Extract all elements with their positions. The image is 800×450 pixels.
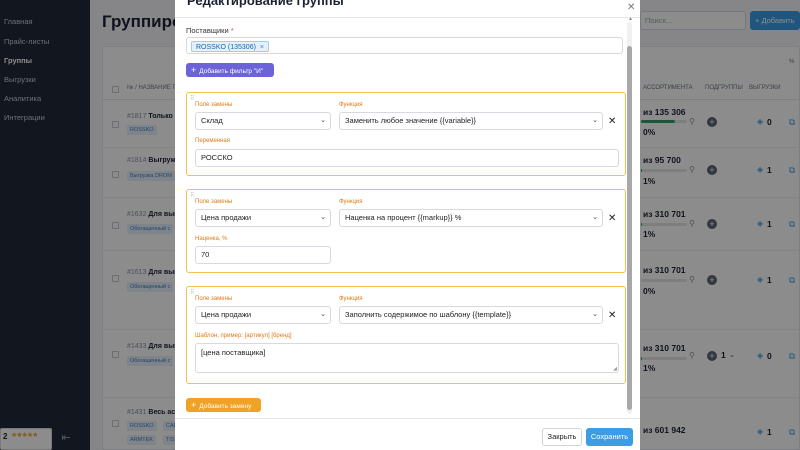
field-label: Поле замены [195,296,233,302]
param-label: Наценка, % [195,236,228,242]
supplier-chip: ROSSKO (135306) × [191,41,270,52]
param-label: Переменная [195,138,230,144]
drag-handle-icon[interactable]: ⠿ [190,192,194,199]
field-label: Поле замены [195,199,233,205]
plus-icon: + [191,65,197,75]
chevron-down-icon: ⌄ [592,117,598,124]
remove-replacement-icon[interactable]: ✕ [608,311,616,321]
chevron-down-icon: ⌄ [320,214,326,221]
chevron-down-icon: ⌄ [320,311,326,318]
chevron-down-icon: ⌄ [592,311,598,318]
close-icon[interactable]: ✕ [627,2,635,13]
param-label: Шаблон, пример: [артикул] [бренд] [195,333,292,339]
variable-input[interactable]: РОССКО [195,149,619,167]
modal-title: Редактирование группы [187,0,344,8]
function-select[interactable]: Наценка на процент {{markup}} % ⌄ [339,209,603,227]
edit-group-modal: Редактирование группы ✕ ▲ Поставщики * R… [175,0,640,450]
replacement-card: ⠿ Поле замены Функция Склад ⌄ Заменить лю… [186,92,626,176]
modal-footer-divider [175,418,640,419]
template-value: [цена поставщика] [201,348,266,357]
plus-icon: + [191,400,197,410]
field-select[interactable]: Цена продажи ⌄ [195,209,331,227]
function-select[interactable]: Заполнить содержимое по шаблону {{templa… [339,306,603,324]
field-select[interactable]: Склад ⌄ [195,112,331,130]
drag-handle-icon[interactable]: ⠿ [190,289,194,296]
function-label: Функция [339,296,363,302]
drag-handle-icon[interactable]: ⠿ [190,95,194,102]
template-textarea[interactable]: [цена поставщика] ◢ [195,343,619,373]
scroll-up-icon[interactable]: ▲ [628,16,633,22]
replacement-card: ⠿ Поле замены Функция Цена продажи ⌄ Запо… [186,286,626,384]
modal-header: Редактирование группы ✕ [175,0,640,18]
field-select[interactable]: Цена продажи ⌄ [195,306,331,324]
replacement-card: ⠿ Поле замены Функция Цена продажи ⌄ Наце… [186,189,626,273]
add-replacement-button[interactable]: + Добавить замену [186,398,261,412]
suppliers-select[interactable]: ROSSKO (135306) × [186,37,623,54]
chevron-down-icon: ⌄ [320,117,326,124]
field-label: Поле замены [195,102,233,108]
add-and-filter-button[interactable]: + Добавить фильтр "И" [186,63,274,77]
function-label: Функция [339,199,363,205]
close-button[interactable]: Закрыть [542,428,582,446]
chevron-down-icon: ⌄ [592,214,598,221]
function-label: Функция [339,102,363,108]
suppliers-label: Поставщики * [186,26,234,35]
resize-handle-icon[interactable]: ◢ [613,366,617,372]
remove-replacement-icon[interactable]: ✕ [608,117,616,127]
scrollbar-thumb[interactable] [627,46,632,410]
markup-input[interactable]: 70 [195,246,331,264]
save-button[interactable]: Сохранить [586,428,633,446]
remove-replacement-icon[interactable]: ✕ [608,214,616,224]
function-select[interactable]: Заменить любое значение {{variable}} ⌄ [339,112,603,130]
chip-remove-icon[interactable]: × [260,44,264,51]
